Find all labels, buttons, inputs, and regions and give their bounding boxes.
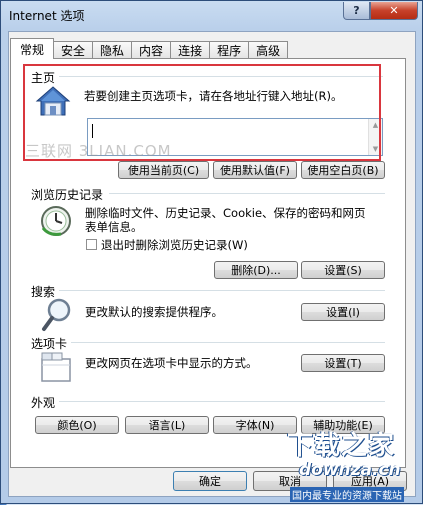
tab-general[interactable]: 常规	[10, 38, 55, 59]
use-default-button[interactable]: 使用默认值(F)	[213, 161, 297, 179]
tab-strip: 常规 安全 隐私 内容 连接 程序 高级	[10, 38, 289, 59]
tabs-window-icon	[41, 352, 71, 382]
highlight-box	[23, 64, 381, 161]
history-clock-icon	[41, 206, 71, 236]
history-description: 删除临时文件、历史记录、Cookie、保存的密码和网页表单信息。	[85, 206, 366, 234]
fonts-button[interactable]: 字体(N)	[213, 416, 297, 434]
delete-history-button[interactable]: 删除(D)...	[214, 261, 298, 279]
tab-security[interactable]: 安全	[53, 41, 94, 59]
logo-sub-text: 国内最专业的资源下载站	[290, 487, 404, 502]
site-logo: 下载之家 downza.cn 国内最专业的资源下载站	[287, 425, 423, 505]
delete-history-on-exit-label: 退出时删除浏览历史记录(W)	[101, 238, 248, 252]
appearance-group-label: 外观	[31, 396, 56, 410]
use-blank-button[interactable]: 使用空白页(B)	[301, 161, 385, 179]
ok-button[interactable]: 确定	[173, 471, 247, 491]
appearance-divider	[59, 401, 385, 402]
history-group-label: 浏览历史记录	[31, 188, 104, 202]
colors-button[interactable]: 颜色(O)	[35, 416, 119, 434]
dialog-window: Internet 选项 ? ✕ 常规 安全 隐私 内容 连接 程序 高级 主页 …	[0, 0, 423, 504]
search-description: 更改默认的搜索提供程序。	[85, 305, 223, 319]
search-divider	[59, 290, 385, 291]
magnifier-icon	[42, 298, 71, 331]
languages-button[interactable]: 语言(L)	[125, 416, 209, 434]
window-title: Internet 选项	[9, 9, 85, 23]
close-button[interactable]: ✕	[370, 2, 418, 20]
delete-history-on-exit-checkbox[interactable]	[86, 239, 97, 250]
tab-advanced[interactable]: 高级	[248, 41, 289, 59]
history-settings-button[interactable]: 设置(S)	[301, 261, 385, 279]
tabs-description: 更改网页在选项卡中显示的方式。	[85, 356, 258, 370]
tab-content[interactable]: 内容	[131, 41, 172, 59]
use-current-button[interactable]: 使用当前页(C)	[118, 161, 209, 179]
tab-connections[interactable]: 连接	[170, 41, 211, 59]
logo-main-text: 下载之家	[287, 431, 396, 461]
tab-programs[interactable]: 程序	[209, 41, 250, 59]
tabs-settings-button[interactable]: 设置(T)	[301, 354, 385, 372]
logo-url-text: downza.cn	[299, 460, 401, 480]
tab-privacy[interactable]: 隐私	[92, 41, 133, 59]
search-settings-button[interactable]: 设置(I)	[301, 303, 385, 321]
history-divider	[109, 193, 385, 194]
tabs-divider	[71, 342, 385, 343]
close-icon: ✕	[389, 4, 399, 17]
help-button[interactable]: ?	[343, 2, 370, 20]
